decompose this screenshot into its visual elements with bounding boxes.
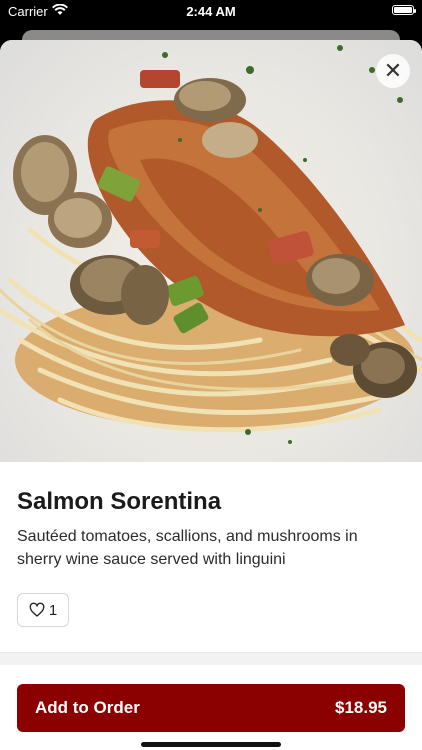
section-divider [0,652,422,665]
like-button[interactable]: 1 [17,593,69,627]
add-to-order-button[interactable]: Add to Order $18.95 [17,684,405,732]
close-icon: ✕ [383,58,403,83]
item-detail-sheet: ✕ Salmon Sorentina Sautéed tomatoes, sca… [0,40,422,750]
add-to-order-label: Add to Order [35,698,140,717]
battery-icon [392,5,416,15]
home-indicator [141,742,281,747]
item-title: Salmon Sorentina [17,488,222,515]
like-count: 1 [48,601,58,619]
item-description: Sautéed tomatoes, scallions, and mushroo… [17,528,358,568]
item-photo: ✕ [0,40,422,462]
item-price: $18.95 [335,698,387,717]
close-button[interactable]: ✕ [376,54,410,88]
status-time: 2:44 AM [186,4,236,19]
status-bar: Carrier 2:44 AM [0,0,422,24]
bottom-bar: Add to Order $18.95 [0,665,422,750]
heart-icon [29,602,45,617]
